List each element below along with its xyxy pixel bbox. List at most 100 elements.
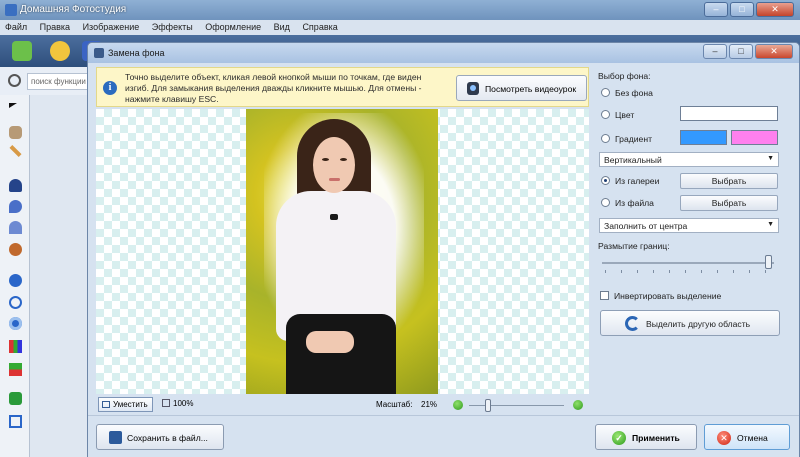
menu-file[interactable]: Файл: [0, 20, 32, 32]
radio-file-label: Из файла: [615, 198, 654, 208]
menu-effects[interactable]: Эффекты: [147, 20, 198, 32]
menu-image[interactable]: Изображение: [78, 20, 145, 32]
choose-from-file-button[interactable]: Выбрать: [680, 195, 778, 211]
zoom-slider-thumb[interactable]: [485, 399, 491, 412]
dialog-minimize-button[interactable]: –: [703, 44, 727, 59]
cancel-label: Отмена: [737, 433, 768, 443]
radio-gradient[interactable]: [601, 134, 610, 143]
watch-video-button[interactable]: Посмотреть видеоурок: [456, 75, 587, 101]
eye-icon[interactable]: [9, 317, 22, 330]
dialog-app-icon: [94, 48, 104, 58]
app-logo-icon: [5, 4, 17, 16]
close-icon: ✕: [717, 431, 731, 445]
choose-from-gallery-button[interactable]: Выбрать: [680, 173, 778, 189]
zoom-slider-track[interactable]: [469, 405, 564, 406]
select-another-area-button[interactable]: Выделить другую область: [600, 310, 780, 336]
app-minimize-button[interactable]: –: [704, 2, 728, 17]
zoom-out-icon[interactable]: [453, 400, 463, 410]
menu-view[interactable]: Вид: [269, 20, 295, 32]
dialog-footer: Сохранить в файл... ✓ Применить ✕ Отмена: [88, 415, 799, 457]
photo-face: [313, 137, 355, 193]
app-window-controls: – □ ✕: [704, 2, 794, 17]
webcam-icon: [467, 82, 479, 95]
dialog-window-controls: – □ ✕: [703, 44, 793, 59]
hint-text: Точно выделите объект, кликая левой кноп…: [125, 72, 422, 104]
dialog-close-button[interactable]: ✕: [755, 44, 793, 59]
crop-icon[interactable]: [9, 415, 22, 428]
left-toolbar: [0, 95, 30, 457]
search-row: поиск функции: [0, 67, 97, 95]
retouch-icon[interactable]: [9, 243, 22, 256]
fit-button[interactable]: Уместить: [98, 397, 153, 412]
photo-mouth: [329, 178, 340, 181]
invert-selection-checkbox[interactable]: [600, 291, 609, 300]
open-file-icon[interactable]: [12, 41, 32, 61]
brush-icon[interactable]: [9, 144, 22, 158]
app-close-button[interactable]: ✕: [756, 2, 794, 17]
background-panel: Выбор фона: Без фона Цвет Градиент Верти…: [595, 65, 795, 365]
edge-blur-slider-track[interactable]: [602, 262, 774, 264]
radio-gallery[interactable]: [601, 176, 610, 185]
drop-icon[interactable]: [9, 200, 22, 213]
gradient-direction-select[interactable]: Вертикальный ▼: [599, 152, 779, 167]
invert-selection-label: Инвертировать выделение: [614, 291, 722, 301]
actual-size-button[interactable]: 100%: [162, 399, 193, 408]
app-maximize-button[interactable]: □: [730, 2, 754, 17]
cancel-button[interactable]: ✕ Отмена: [704, 424, 790, 450]
edge-blur-ticks: [605, 270, 773, 273]
scale-label: Масштаб:: [376, 400, 413, 409]
eraser-icon[interactable]: [9, 392, 22, 405]
edge-blur-slider-thumb[interactable]: [764, 255, 772, 269]
floppy-disk-icon: [109, 431, 122, 444]
film-reel-icon[interactable]: [50, 41, 70, 61]
stamp-icon[interactable]: [9, 179, 22, 192]
radio-no-background-label: Без фона: [615, 88, 653, 98]
hint-banner: i Точно выделите объект, кликая левой кн…: [96, 67, 589, 107]
dialog-title-bar: Замена фона – □ ✕: [88, 43, 799, 63]
apply-label: Применить: [632, 433, 680, 443]
photo[interactable]: [246, 109, 438, 394]
apply-button[interactable]: ✓ Применить: [595, 424, 697, 450]
chevron-down-icon: ▼: [767, 155, 774, 162]
info-icon: i: [103, 81, 117, 95]
app-title-bar: Домашняя Фотостудия – □ ✕: [0, 0, 800, 20]
photo-hands: [306, 331, 354, 353]
menu-help[interactable]: Справка: [297, 20, 342, 32]
photo-eye-right: [340, 158, 347, 161]
color-circle-icon[interactable]: [9, 274, 22, 287]
chevron-down-icon: ▼: [767, 221, 774, 228]
radio-no-background[interactable]: [601, 88, 610, 97]
ring-icon[interactable]: [9, 296, 22, 309]
actual-size-label: 100%: [173, 399, 194, 408]
pointer-icon[interactable]: [9, 103, 17, 108]
gradient-start-swatch[interactable]: [680, 130, 727, 145]
watch-video-label: Посмотреть видеоурок: [485, 84, 577, 94]
fill-mode-select[interactable]: Заполнить от центра ▼: [599, 218, 779, 233]
photo-brooch: [330, 214, 338, 220]
rgb-levels-icon[interactable]: [9, 340, 22, 353]
save-to-file-button[interactable]: Сохранить в файл...: [96, 424, 224, 450]
hand-icon[interactable]: [9, 126, 22, 139]
photo-eye-left: [322, 158, 329, 161]
zoom-in-icon[interactable]: [573, 400, 583, 410]
dialog-maximize-button[interactable]: □: [729, 44, 753, 59]
radio-color[interactable]: [601, 110, 610, 119]
replace-background-dialog: Замена фона – □ ✕ i Точно выделите объек…: [87, 42, 800, 457]
dialog-title: Замена фона: [108, 48, 165, 58]
gradient-end-swatch[interactable]: [731, 130, 778, 145]
menu-edit[interactable]: Правка: [35, 20, 75, 32]
zoom-bar: Уместить 100% Масштаб: 21%: [96, 396, 589, 414]
solid-color-swatch[interactable]: [680, 106, 778, 121]
checkmark-icon: ✓: [612, 431, 626, 445]
search-icon: [8, 74, 21, 87]
actual-size-icon: [162, 399, 170, 407]
gradient-direction-value: Вертикальный: [604, 155, 662, 165]
scale-value: 21%: [421, 400, 438, 409]
fit-label: Уместить: [113, 400, 148, 409]
cone-icon[interactable]: [9, 221, 22, 234]
color-mix-icon[interactable]: [9, 363, 22, 376]
menu-bar: Файл Правка Изображение Эффекты Оформлен…: [0, 20, 800, 35]
radio-file[interactable]: [601, 198, 610, 207]
menu-design[interactable]: Оформление: [200, 20, 266, 32]
image-canvas[interactable]: [96, 109, 589, 394]
